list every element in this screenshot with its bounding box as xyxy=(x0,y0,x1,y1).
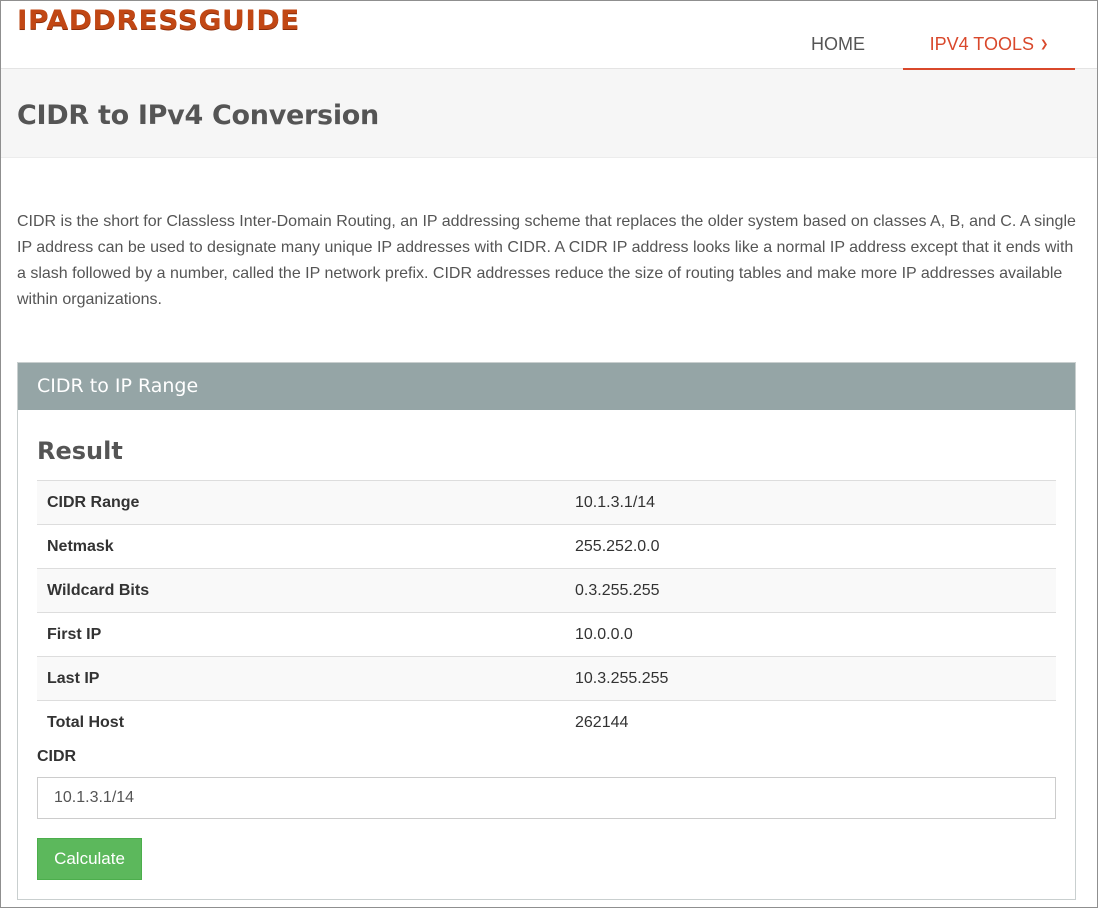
table-row: CIDR Range 10.1.3.1/14 xyxy=(37,480,1056,525)
row-value: 10.1.3.1/14 xyxy=(565,480,1056,525)
nav-ipv4-tools-label: IPV4 TOOLS xyxy=(929,34,1034,54)
row-label: First IP xyxy=(37,612,565,657)
row-label: Total Host xyxy=(37,700,565,745)
result-table: CIDR Range 10.1.3.1/14 Netmask 255.252.0… xyxy=(37,480,1056,745)
table-row: Last IP 10.3.255.255 xyxy=(37,656,1056,701)
row-label: CIDR Range xyxy=(37,480,565,525)
table-row: Netmask 255.252.0.0 xyxy=(37,524,1056,569)
row-value: 262144 xyxy=(565,700,1056,745)
table-row: Wildcard Bits 0.3.255.255 xyxy=(37,568,1056,613)
result-title: Result xyxy=(37,437,123,465)
calculate-button[interactable]: Calculate xyxy=(37,838,142,880)
intro-paragraph: CIDR is the short for Classless Inter-Do… xyxy=(17,213,1076,308)
panel-header: CIDR to IP Range xyxy=(18,363,1075,410)
row-value: 0.3.255.255 xyxy=(565,568,1056,613)
row-label: Last IP xyxy=(37,656,565,701)
page-title: CIDR to IPv4 Conversion xyxy=(17,100,379,131)
panel-title: CIDR to IP Range xyxy=(37,375,199,397)
nav-home[interactable]: HOME xyxy=(793,33,883,69)
site-logo[interactable]: IPADDRESSGUIDE xyxy=(17,6,300,36)
table-row: First IP 10.0.0.0 xyxy=(37,612,1056,657)
chevron-down-icon: ❯ xyxy=(1040,39,1049,50)
browser-frame: IPADDRESSGUIDE HOME IPV4 TOOLS ❯ CIDR to … xyxy=(0,0,1098,908)
row-value: 10.3.255.255 xyxy=(565,656,1056,701)
cidr-label: CIDR xyxy=(37,748,77,765)
table-row: Total Host 262144 xyxy=(37,700,1056,745)
cidr-panel: CIDR to IP Range Result CIDR Range 10.1.… xyxy=(17,362,1076,900)
cidr-input[interactable] xyxy=(37,777,1056,819)
row-label: Wildcard Bits xyxy=(37,568,565,613)
nav-ipv4-tools[interactable]: IPV4 TOOLS ❯ xyxy=(903,33,1075,71)
row-value: 10.0.0.0 xyxy=(565,612,1056,657)
row-label: Netmask xyxy=(37,524,565,569)
row-value: 255.252.0.0 xyxy=(565,524,1056,569)
page-title-band: CIDR to IPv4 Conversion xyxy=(1,70,1097,158)
site-header: IPADDRESSGUIDE HOME IPV4 TOOLS ❯ xyxy=(1,1,1097,71)
